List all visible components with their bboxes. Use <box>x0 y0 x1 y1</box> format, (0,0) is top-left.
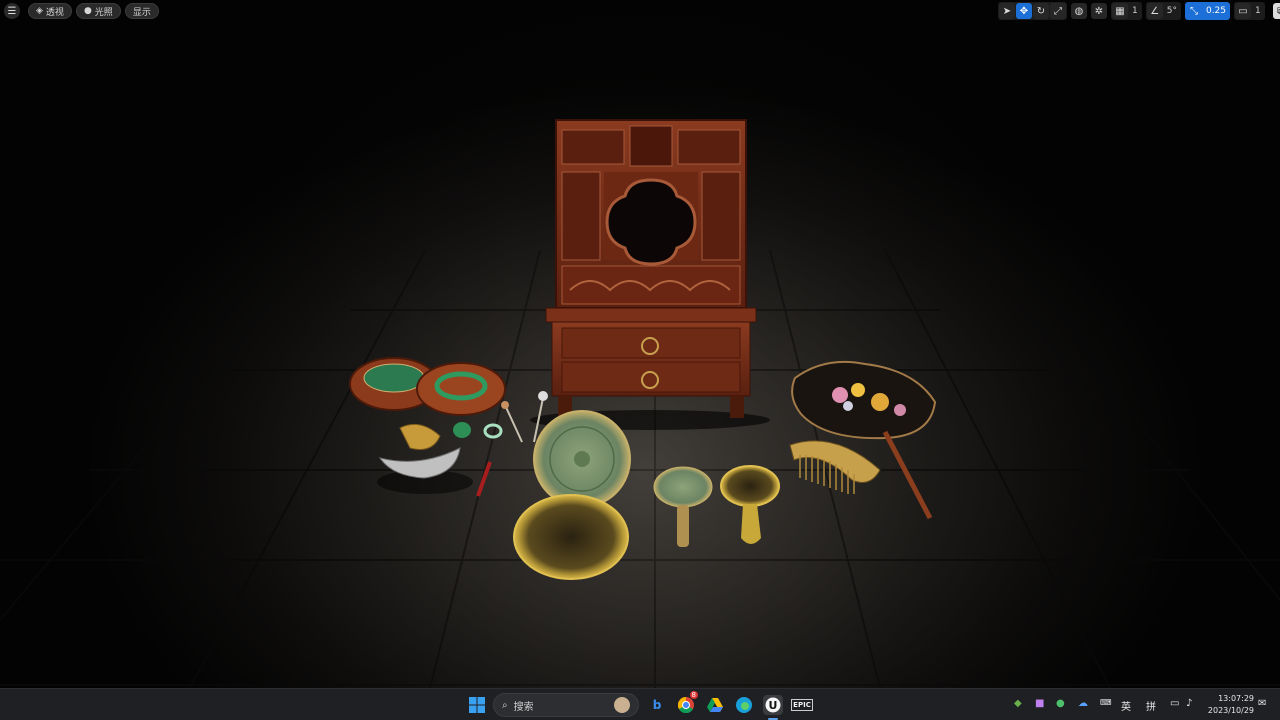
perspective-label: 透视 <box>45 7 64 18</box>
sphere-icon: ● <box>83 6 92 16</box>
lit-label: 光照 <box>94 7 113 18</box>
chrome-badge: 8 <box>689 691 698 699</box>
search-highlight-icon <box>614 697 630 713</box>
edge-icon[interactable] <box>734 695 754 715</box>
scale-snap-value[interactable]: 0.25 <box>1203 6 1229 16</box>
windows-start-icon[interactable] <box>467 695 487 715</box>
unreal-engine-icon[interactable]: U <box>763 695 783 715</box>
rotate-icon[interactable]: ↻ <box>1033 3 1049 19</box>
clock[interactable]: 13:07:29 2023/10/29 <box>1206 693 1254 717</box>
select-arrow-icon[interactable]: ➤ <box>999 3 1015 19</box>
hamburger-icon[interactable]: ☰ <box>4 3 20 19</box>
show-label: 显示 <box>132 7 151 18</box>
surface-snap-icon[interactable]: ✲ <box>1091 3 1107 19</box>
rotation-snap-value[interactable]: 5° <box>1164 6 1180 16</box>
grid-snap-group: ▦ 1 <box>1111 2 1142 20</box>
show-button[interactable]: 显示 <box>124 3 159 19</box>
scale-snap-group: ⤡ 0.25 <box>1184 2 1231 20</box>
nvidia-tray-icon[interactable]: ◆ <box>1014 698 1022 709</box>
move-icon[interactable]: ✥ <box>1016 3 1032 19</box>
taskbar: ⌕ 搜索 b 8 U EPIC ◆ ■ ● ☁ ⌨ 英 拼 ▭ ♪ 13:07:… <box>0 688 1280 720</box>
perspective-button[interactable]: ◈ 透视 <box>28 3 72 19</box>
camera-speed-group: ▭ 1 <box>1234 2 1265 20</box>
svg-text:U: U <box>769 699 778 712</box>
scene-render <box>0 0 1280 688</box>
app-tray-icon[interactable]: ■ <box>1035 698 1044 709</box>
viewport-toolbar-left: ☰ ◈ 透视 ● 光照 显示 <box>4 3 159 19</box>
bing-icon[interactable]: b <box>647 695 667 715</box>
lit-mode-button[interactable]: ● 光照 <box>75 3 121 19</box>
transform-tools: ➤ ✥ ↻ ⤢ <box>998 2 1067 20</box>
volume-icon[interactable]: ♪ <box>1186 698 1192 709</box>
scale-snap-icon[interactable]: ⤡ <box>1185 3 1202 19</box>
jade-box <box>349 357 506 416</box>
camera-speed-value[interactable]: 1 <box>1252 6 1264 16</box>
wooden-cabinet <box>530 119 770 430</box>
clock-time: 13:07:29 <box>1218 694 1254 703</box>
grid-snap-value[interactable]: 1 <box>1129 6 1141 16</box>
viewport-toolbar-right: ➤ ✥ ↻ ⤢ ◍ ✲ ▦ 1 ∠ 5° ⤡ 0.25 ▭ 1 ⧉ <box>998 2 1280 20</box>
cube-icon: ◈ <box>36 6 43 16</box>
cloud-tray-icon[interactable]: ☁ <box>1078 698 1088 709</box>
scale-icon[interactable]: ⤢ <box>1050 3 1066 19</box>
maximize-viewport-icon[interactable]: ⧉ <box>1272 3 1280 19</box>
angle-icon[interactable]: ∠ <box>1146 3 1163 19</box>
rotation-snap-group: ∠ 5° <box>1145 2 1181 20</box>
chrome-icon[interactable]: 8 <box>676 691 698 715</box>
google-drive-icon[interactable] <box>705 695 725 715</box>
clock-date: 2023/10/29 <box>1207 706 1254 715</box>
grid-icon[interactable]: ▦ <box>1112 3 1128 19</box>
taskbar-search[interactable]: ⌕ 搜索 <box>493 693 639 717</box>
world-globe-icon[interactable]: ◍ <box>1071 3 1087 19</box>
camera-icon[interactable]: ▭ <box>1235 3 1252 19</box>
wechat-tray-icon[interactable]: ● <box>1056 698 1065 709</box>
ime-tray-icon[interactable]: ⌨ <box>1100 698 1112 707</box>
bronze-mirror-green <box>533 410 631 508</box>
search-icon: ⌕ <box>502 699 508 711</box>
level-viewport[interactable]: ☰ ◈ 透视 ● 光照 显示 ➤ ✥ ↻ ⤢ ◍ ✲ ▦ 1 ∠ 5° ⤡ 0.… <box>0 0 1280 688</box>
epic-label: EPIC <box>791 699 813 711</box>
network-icon[interactable]: ▭ <box>1170 698 1179 709</box>
bronze-mirror-large <box>513 494 629 580</box>
ime-language[interactable]: 英 <box>1121 698 1131 713</box>
notification-icon[interactable]: ✉ <box>1258 698 1266 709</box>
search-placeholder: 搜索 <box>513 701 534 713</box>
epic-launcher-icon[interactable]: EPIC <box>791 695 813 715</box>
ime-mode[interactable]: 拼 <box>1146 698 1156 713</box>
